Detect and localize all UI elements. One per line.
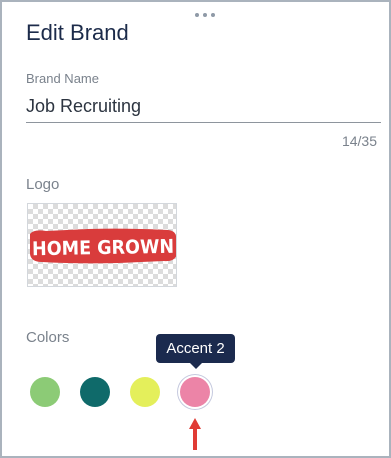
color-swatch-secondary[interactable] (80, 377, 110, 407)
char-counter: 14/35 (341, 133, 377, 149)
brand-name-label: Brand Name (26, 71, 99, 86)
logo-label: Logo (26, 176, 60, 193)
color-swatch-accent-1[interactable] (130, 377, 160, 407)
color-swatch-primary[interactable] (30, 377, 60, 407)
brand-name-input[interactable] (26, 91, 381, 123)
edit-brand-panel: Edit Brand Brand Name 14/35 Logo HOME GR… (0, 0, 391, 458)
pointer-arrow-icon (189, 418, 201, 450)
color-swatch-accent-2[interactable] (180, 377, 210, 407)
panel-title: Edit Brand (26, 20, 129, 45)
color-tooltip: Accent 2 (156, 334, 235, 369)
drag-handle-icon[interactable] (195, 13, 215, 19)
logo-preview[interactable]: HOME GROWN (27, 203, 177, 287)
logo-image: HOME GROWN (30, 228, 176, 264)
colors-label: Colors (26, 329, 70, 346)
logo-text: HOME GROWN (32, 236, 174, 260)
